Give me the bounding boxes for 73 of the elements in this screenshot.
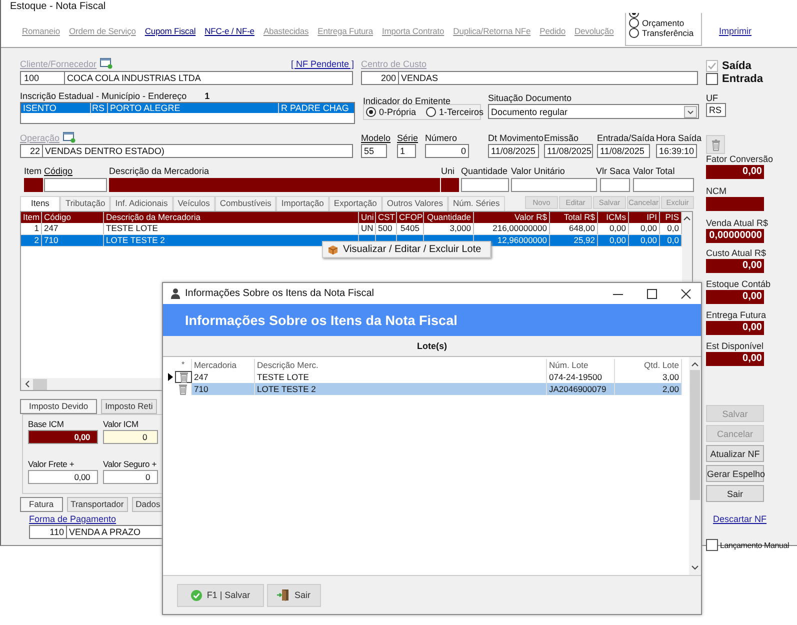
table-cell: 247 bbox=[194, 372, 208, 382]
indicator-field: 0,00000000 bbox=[706, 229, 764, 243]
uf-label: UF bbox=[706, 93, 718, 103]
document-status-label: Situação Documento bbox=[488, 93, 572, 103]
table-cell: 0,00 bbox=[640, 235, 657, 245]
field-label: Emissão bbox=[544, 133, 579, 143]
indicator-label: Custo Atual R$ bbox=[706, 248, 766, 258]
issuer-label: Indicador do Emitente bbox=[363, 96, 451, 106]
field-label: Valor Frete + bbox=[28, 459, 76, 469]
section-title: Lote(s) bbox=[417, 341, 447, 351]
table-cell: 710 bbox=[44, 235, 58, 245]
indicator-field: 0,00 bbox=[706, 290, 764, 304]
table-cell: 12,96000000 bbox=[497, 235, 547, 245]
window-title: Estoque - Nota Fiscal bbox=[10, 1, 106, 12]
field-label: Descrição da Mercadoria bbox=[109, 166, 210, 176]
table-cell: 0,0 bbox=[667, 235, 679, 245]
field-label: Valor Unitário bbox=[511, 166, 565, 176]
field-label: Valor Seguro + bbox=[103, 459, 158, 469]
field-label: Número bbox=[425, 133, 458, 143]
table-cell: TESTE LOTE bbox=[106, 223, 158, 233]
field-label: Código bbox=[44, 166, 73, 176]
table-cell: LOTE TESTE 2 bbox=[257, 384, 316, 394]
field-label: Valor Total bbox=[633, 166, 675, 176]
table-cell: 5405 bbox=[400, 223, 420, 233]
table-cell: 1 bbox=[34, 223, 39, 233]
table-cell: TESTE LOTE bbox=[257, 372, 309, 382]
indicator-field: 0,00 bbox=[706, 352, 764, 366]
field-label: Modelo bbox=[361, 133, 391, 143]
table-cell: 2,00 bbox=[662, 384, 679, 394]
table-cell: 074-24-19500 bbox=[549, 372, 602, 382]
table-cell: 2 bbox=[34, 235, 39, 245]
table-cell: UN bbox=[361, 223, 374, 233]
indicator-label: Fator Conversão bbox=[706, 154, 774, 164]
indicator-field: 0,00 bbox=[706, 165, 764, 179]
field-label: Série bbox=[397, 133, 418, 143]
table-cell: 25,92 bbox=[574, 235, 595, 245]
table-cell: 500 bbox=[378, 223, 392, 233]
field-label: Vlr Saca bbox=[596, 166, 630, 176]
table-cell: 0,00 bbox=[640, 223, 657, 233]
field-label: Item bbox=[24, 166, 42, 176]
field-label: Hora Saída bbox=[656, 133, 702, 143]
indicator-label: Est Disponível bbox=[706, 341, 764, 351]
indicator-field: 0,00 bbox=[706, 321, 764, 335]
field-label: Quantidade bbox=[461, 166, 508, 176]
field-label: Entrada/Saída bbox=[597, 133, 655, 143]
indicator-label: Entrega Futura bbox=[706, 310, 766, 320]
field-label: Base ICM bbox=[28, 419, 65, 429]
table-cell: LOTE TESTE 2 bbox=[106, 235, 165, 245]
registration-count: 1 bbox=[204, 91, 210, 101]
table-cell: 0,00 bbox=[609, 223, 626, 233]
list-cell-text: R PADRE CHAG bbox=[280, 103, 350, 113]
table-cell: 648,00 bbox=[569, 223, 595, 233]
indicator-label: Venda Atual R$ bbox=[706, 218, 768, 228]
table-cell: 0,00 bbox=[609, 235, 626, 245]
list-cell: ISENTO bbox=[21, 103, 91, 113]
field-label: Dt Movimento bbox=[488, 133, 544, 143]
table-cell: JA2046900079 bbox=[549, 384, 606, 394]
table-cell: 3,00 bbox=[662, 372, 679, 382]
indicator-label: Estoque Contáb bbox=[706, 279, 771, 289]
registration-label: Inscrição Estadual - Município - Endereço bbox=[20, 91, 187, 101]
table-cell: 216,00000000 bbox=[492, 223, 547, 233]
indicator-label: NCM bbox=[706, 186, 728, 196]
table-cell: 3,000 bbox=[450, 223, 471, 233]
table-cell: 247 bbox=[44, 223, 58, 233]
table-cell: 710 bbox=[194, 384, 208, 394]
table-cell: 0,0 bbox=[667, 223, 679, 233]
dialog-header: Informações Sobre os Itens da Nota Fiscal bbox=[185, 312, 458, 328]
indicator-field: 0,00 bbox=[706, 259, 764, 273]
field-label: Valor ICM bbox=[103, 419, 140, 429]
dialog-title: Informações Sobre os Itens da Nota Fiscal bbox=[185, 288, 374, 299]
field-label: Uni bbox=[441, 166, 455, 176]
list-cell: PORTO ALEGRE bbox=[108, 103, 279, 113]
list-cell: RS bbox=[91, 103, 108, 113]
